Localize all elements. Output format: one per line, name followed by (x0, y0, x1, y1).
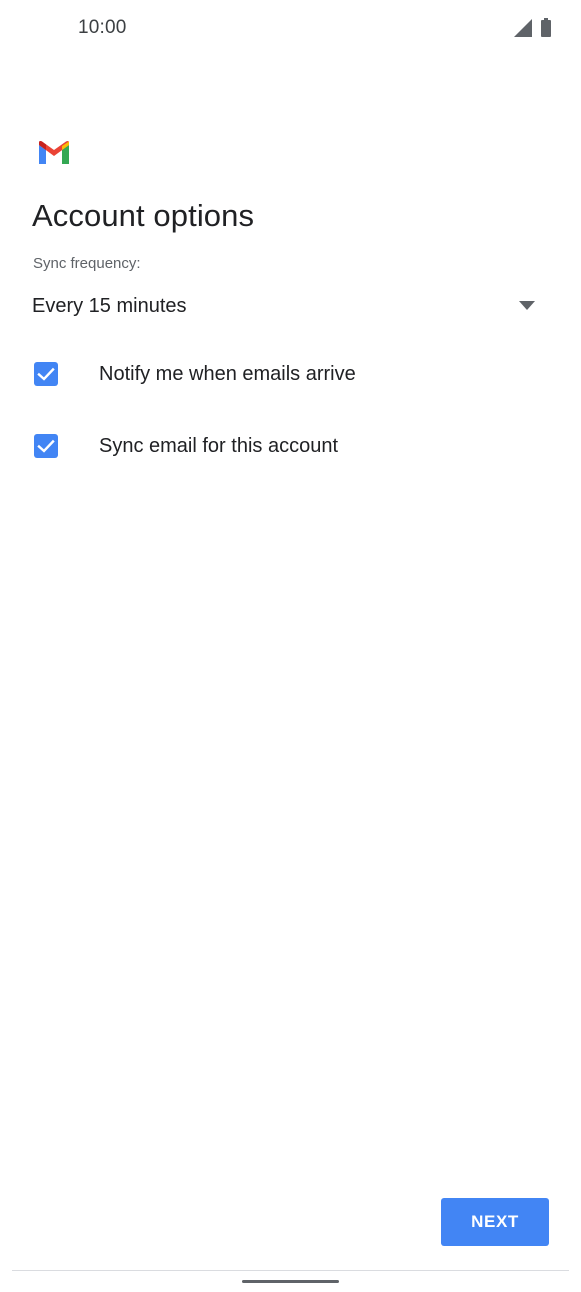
sync-email-option-row[interactable]: Sync email for this account (32, 422, 552, 470)
notify-option-row[interactable]: Notify me when emails arrive (32, 350, 552, 398)
checkmark-icon (34, 362, 58, 386)
signal-icon (514, 19, 532, 37)
notify-checkbox[interactable] (34, 362, 58, 386)
battery-icon (541, 18, 551, 37)
next-button[interactable]: NEXT (441, 1198, 549, 1246)
checkmark-icon (34, 434, 58, 458)
dropdown-arrow-icon (519, 301, 535, 310)
gmail-logo-icon (39, 141, 69, 164)
sync-frequency-dropdown[interactable]: Every 15 minutes (32, 284, 542, 328)
status-bar: 10:00 (0, 0, 581, 56)
home-gesture-handle[interactable] (242, 1280, 339, 1283)
status-time: 10:00 (78, 17, 127, 38)
nav-divider (12, 1270, 569, 1271)
sync-email-checkbox[interactable] (34, 434, 58, 458)
sync-frequency-label: Sync frequency: (33, 255, 141, 272)
sync-email-option-label: Sync email for this account (99, 435, 338, 457)
sync-frequency-value: Every 15 minutes (32, 295, 187, 317)
page-title: Account options (32, 198, 255, 233)
notify-option-label: Notify me when emails arrive (99, 363, 356, 385)
